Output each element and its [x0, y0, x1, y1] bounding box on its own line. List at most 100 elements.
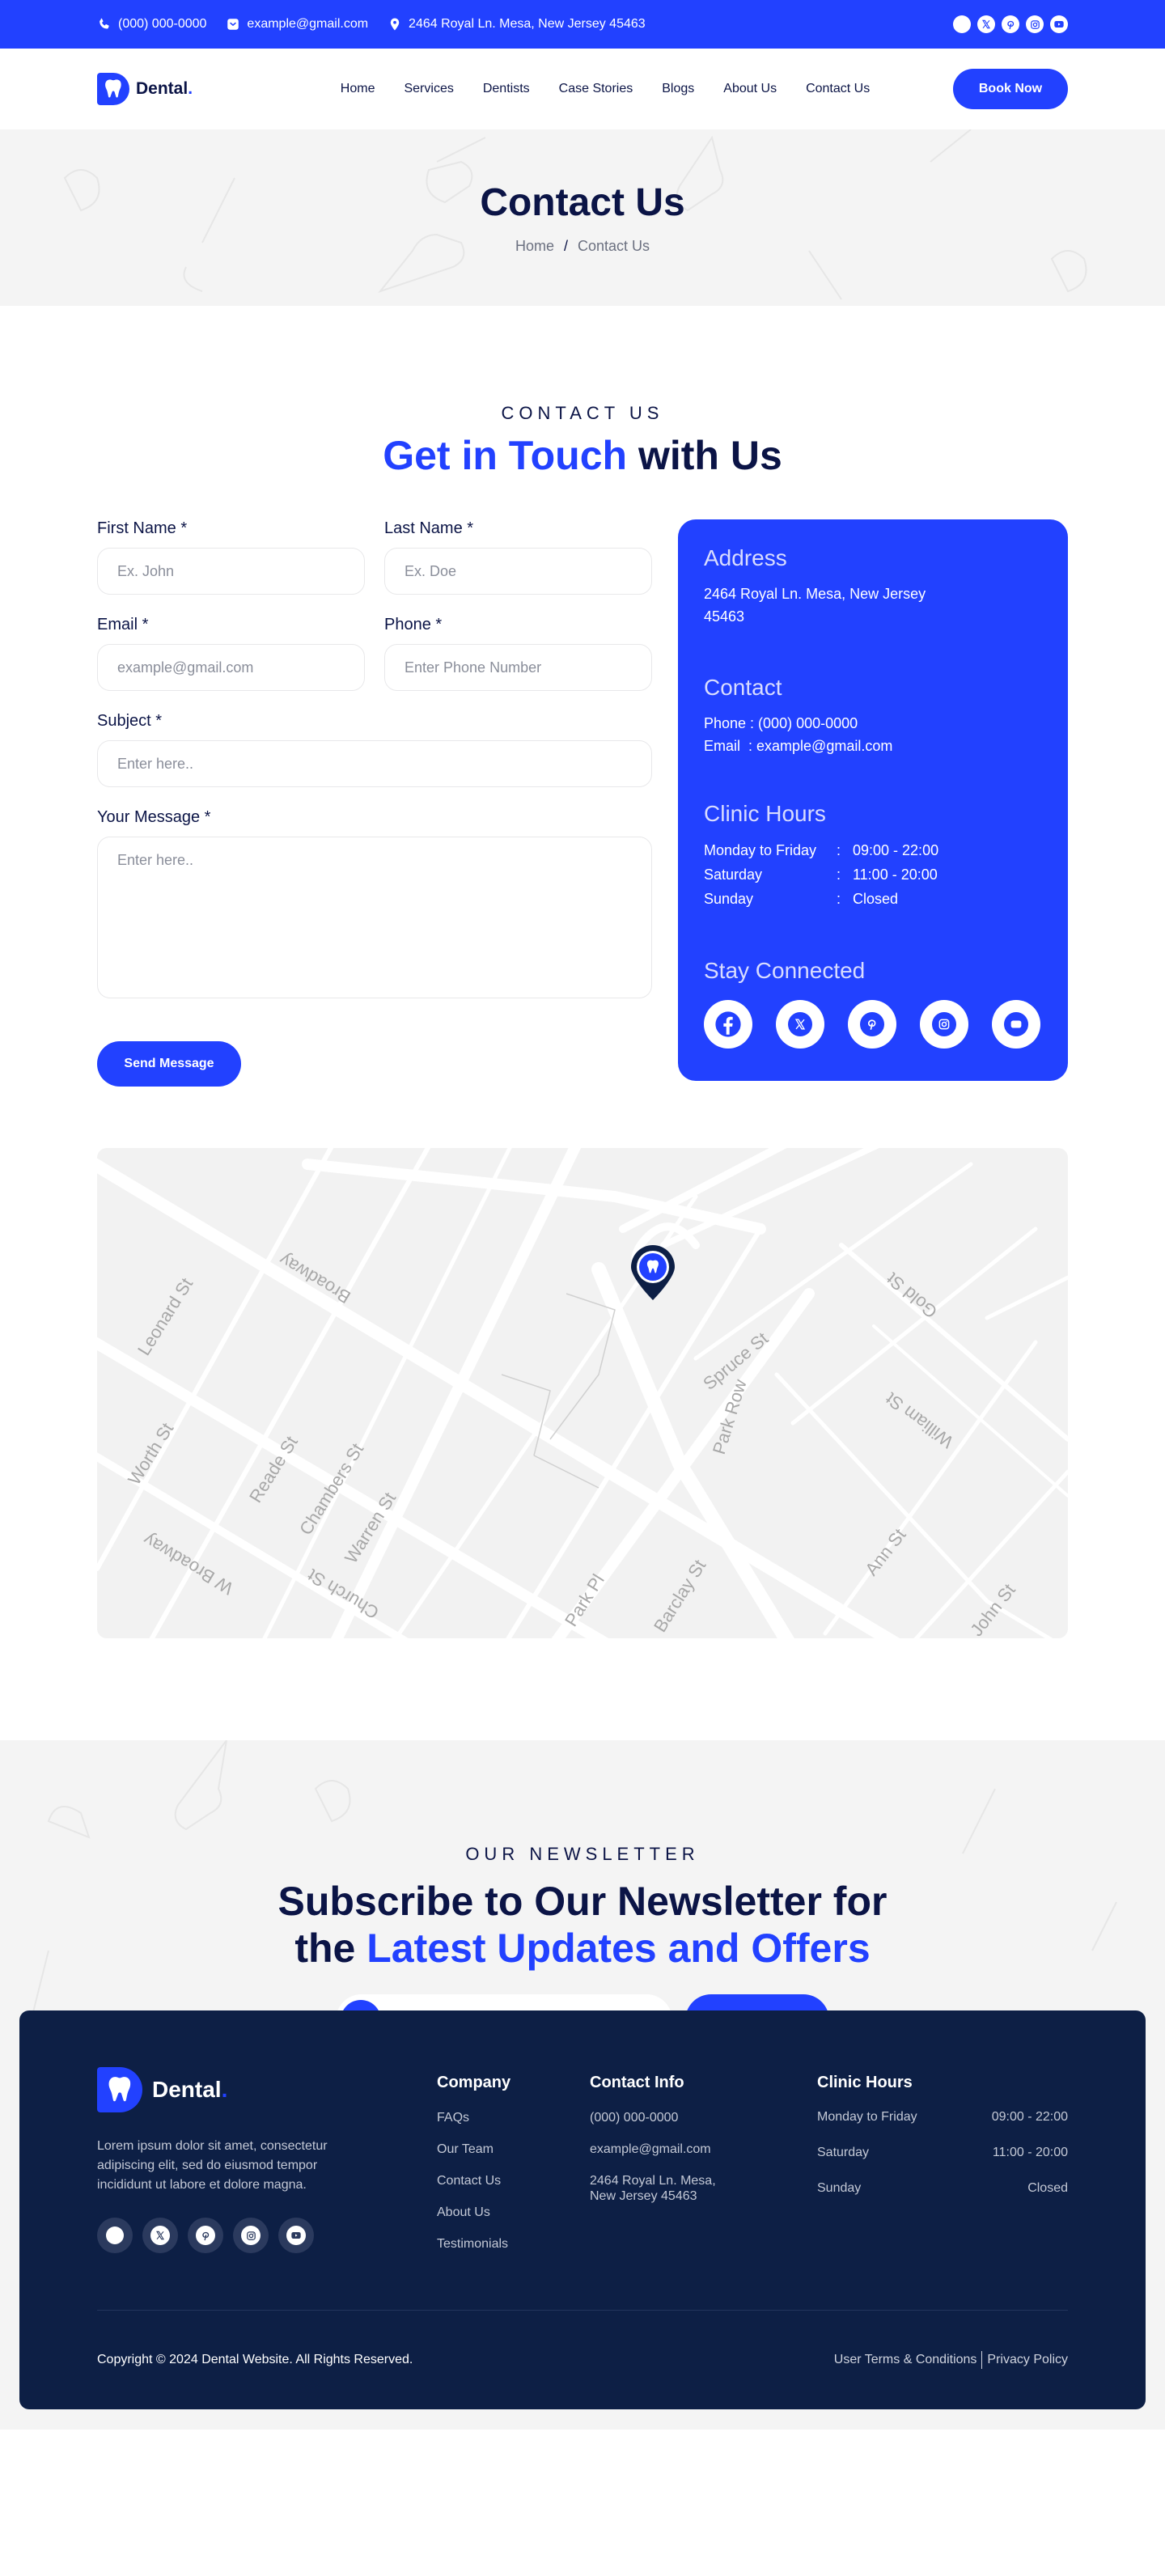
footer-hours-row: Monday to Friday 09:00 - 22:00	[817, 2110, 1068, 2124]
page-hero: Contact Us Home / Contact Us	[0, 129, 1165, 306]
first-name-input[interactable]	[97, 548, 365, 595]
top-email-text: example@gmail.com	[247, 17, 369, 31]
contact-heading: Contact	[704, 675, 782, 700]
breadcrumb-separator: /	[563, 238, 568, 254]
nav-services[interactable]: Services	[404, 82, 453, 96]
address-block: Address 2464 Royal Ln. Mesa, New Jersey …	[704, 545, 1042, 628]
top-phone[interactable]: (000) 000-0000	[97, 17, 206, 32]
phone-label: Phone *	[384, 616, 443, 633]
address-text: 2464 Royal Ln. Mesa, New Jersey 45463	[704, 586, 926, 625]
instagram-icon[interactable]	[920, 1000, 968, 1049]
phone-input[interactable]	[384, 644, 652, 691]
instagram-icon[interactable]	[233, 2218, 269, 2253]
footer-wrap: Dental. Lorem ipsum dolor sit amet, cons…	[0, 2010, 1165, 2430]
terms-link[interactable]: User Terms & Conditions	[834, 2353, 977, 2367]
nav-about-us[interactable]: About Us	[723, 82, 777, 96]
footer-hours-row: Saturday 11:00 - 20:00	[817, 2146, 1068, 2159]
send-message-button[interactable]: Send Message	[97, 1041, 241, 1087]
footer-link-contact-us[interactable]: Contact Us	[437, 2173, 590, 2188]
hours-heading: Clinic Hours	[704, 801, 826, 826]
footer-contact-heading: Contact Info	[590, 2074, 684, 2091]
map-label: William St	[882, 1388, 957, 1452]
pinterest-icon[interactable]	[188, 2218, 223, 2253]
instagram-icon[interactable]	[1026, 15, 1044, 33]
footer-link-about-us[interactable]: About Us	[437, 2205, 590, 2220]
copyright: Copyright © 2024 Dental Website. All Rig…	[97, 2353, 413, 2366]
map-label: W Broadway	[140, 1529, 237, 1599]
footer-logo[interactable]: Dental.	[97, 2067, 437, 2112]
message-textarea[interactable]	[97, 837, 652, 998]
contact-email[interactable]: Email : example@gmail.com	[704, 735, 1042, 757]
nav-contact-us[interactable]: Contact Us	[806, 82, 870, 96]
footer-logo-text: Dental.	[152, 2077, 228, 2102]
nav-home[interactable]: Home	[341, 82, 375, 96]
youtube-icon[interactable]	[278, 2218, 314, 2253]
first-name-label: First Name *	[97, 519, 188, 537]
nav-dentists[interactable]: Dentists	[483, 82, 530, 96]
email-input[interactable]	[97, 644, 365, 691]
location-icon	[388, 17, 402, 32]
logo[interactable]: Dental.	[97, 73, 193, 105]
message-label: Your Message *	[97, 808, 211, 826]
breadcrumb-home[interactable]: Home	[515, 238, 554, 255]
hours-block: Clinic Hours Monday to Friday:09:00 - 22…	[704, 801, 1042, 911]
footer: Dental. Lorem ipsum dolor sit amet, cons…	[19, 2010, 1146, 2409]
facebook-icon[interactable]	[704, 1000, 752, 1049]
map-label: Park Pl	[561, 1570, 608, 1629]
facebook-icon[interactable]	[953, 15, 971, 33]
footer-brand: Dental. Lorem ipsum dolor sit amet, cons…	[97, 2067, 437, 2268]
hours-row: Saturday:11:00 - 20:00	[704, 866, 938, 883]
youtube-icon[interactable]	[1050, 15, 1068, 33]
nav-case-stories[interactable]: Case Stories	[559, 82, 633, 96]
map-streets: Leonard St Broadway Worth St Reade St Ch…	[97, 1148, 1068, 1638]
last-name-input[interactable]	[384, 548, 652, 595]
contact-info-card: Address 2464 Royal Ln. Mesa, New Jersey …	[678, 519, 1068, 1081]
map-location-pin	[631, 1245, 675, 1300]
footer-link-testimonials[interactable]: Testimonials	[437, 2236, 590, 2252]
book-now-button[interactable]: Book Now	[952, 69, 1068, 109]
top-address-text: 2464 Royal Ln. Mesa, New Jersey 45463	[409, 17, 646, 31]
footer-phone[interactable]: (000) 000-0000	[590, 2110, 817, 2125]
contact-block: Contact Phone : (000) 000-0000 Email : e…	[704, 675, 1042, 757]
newsletter-eyebrow: OUR NEWSLETTER	[465, 1844, 700, 1864]
contact-form: First Name * Last Name * Email * Phone *	[97, 519, 652, 1087]
page-title: Contact Us	[480, 181, 685, 224]
youtube-icon[interactable]	[992, 1000, 1040, 1049]
footer-divider	[97, 2310, 1068, 2311]
email-label: Email *	[97, 616, 149, 633]
footer-contact-info: Contact Info (000) 000-0000 example@gmai…	[590, 2067, 817, 2268]
location-map[interactable]: Leonard St Broadway Worth St Reade St Ch…	[97, 1148, 1068, 1638]
x-icon[interactable]	[776, 1000, 824, 1049]
footer-hours-heading: Clinic Hours	[817, 2074, 913, 2091]
legal-divider	[981, 2351, 983, 2369]
contact-section: CONTACT US Get in Touch with Us First Na…	[0, 306, 1165, 1143]
top-email[interactable]: example@gmail.com	[226, 17, 368, 32]
facebook-icon[interactable]	[97, 2218, 133, 2253]
footer-link-our-team[interactable]: Our Team	[437, 2142, 590, 2157]
footer-description: Lorem ipsum dolor sit amet, consectetur …	[97, 2139, 328, 2192]
tooth-logo-icon	[97, 73, 129, 105]
hours-row: Sunday: Closed	[704, 891, 899, 907]
hours-row: Monday to Friday:09:00 - 22:00	[704, 842, 939, 858]
map-label: Chambers St	[295, 1440, 367, 1539]
subject-label: Subject *	[97, 712, 163, 730]
map-label: Worth St	[124, 1419, 177, 1488]
top-phone-text: (000) 000-0000	[118, 17, 207, 31]
tooth-logo-icon	[97, 2067, 142, 2112]
nav-blogs[interactable]: Blogs	[662, 82, 694, 96]
footer-hours-row: Sunday Closed	[817, 2181, 1068, 2195]
x-icon[interactable]	[142, 2218, 178, 2253]
pinterest-icon[interactable]	[1002, 15, 1019, 33]
pinterest-icon[interactable]	[848, 1000, 896, 1049]
footer-email[interactable]: example@gmail.com	[590, 2142, 817, 2157]
contact-phone[interactable]: Phone : (000) 000-0000	[704, 712, 1042, 735]
subject-input[interactable]	[97, 740, 652, 787]
stay-connected-heading: Stay Connected	[704, 958, 866, 983]
newsletter-title: Subscribe to Our Newsletter for the Late…	[277, 1879, 888, 1971]
main-nav: Dental. Home Services Dentists Case Stor…	[0, 49, 1165, 129]
footer-clinic-hours: Clinic Hours Monday to Friday 09:00 - 22:…	[817, 2067, 1068, 2268]
x-icon[interactable]	[977, 15, 995, 33]
footer-link-faqs[interactable]: FAQs	[437, 2110, 590, 2125]
map-label: Leonard St	[133, 1274, 197, 1359]
privacy-link[interactable]: Privacy Policy	[987, 2353, 1068, 2367]
